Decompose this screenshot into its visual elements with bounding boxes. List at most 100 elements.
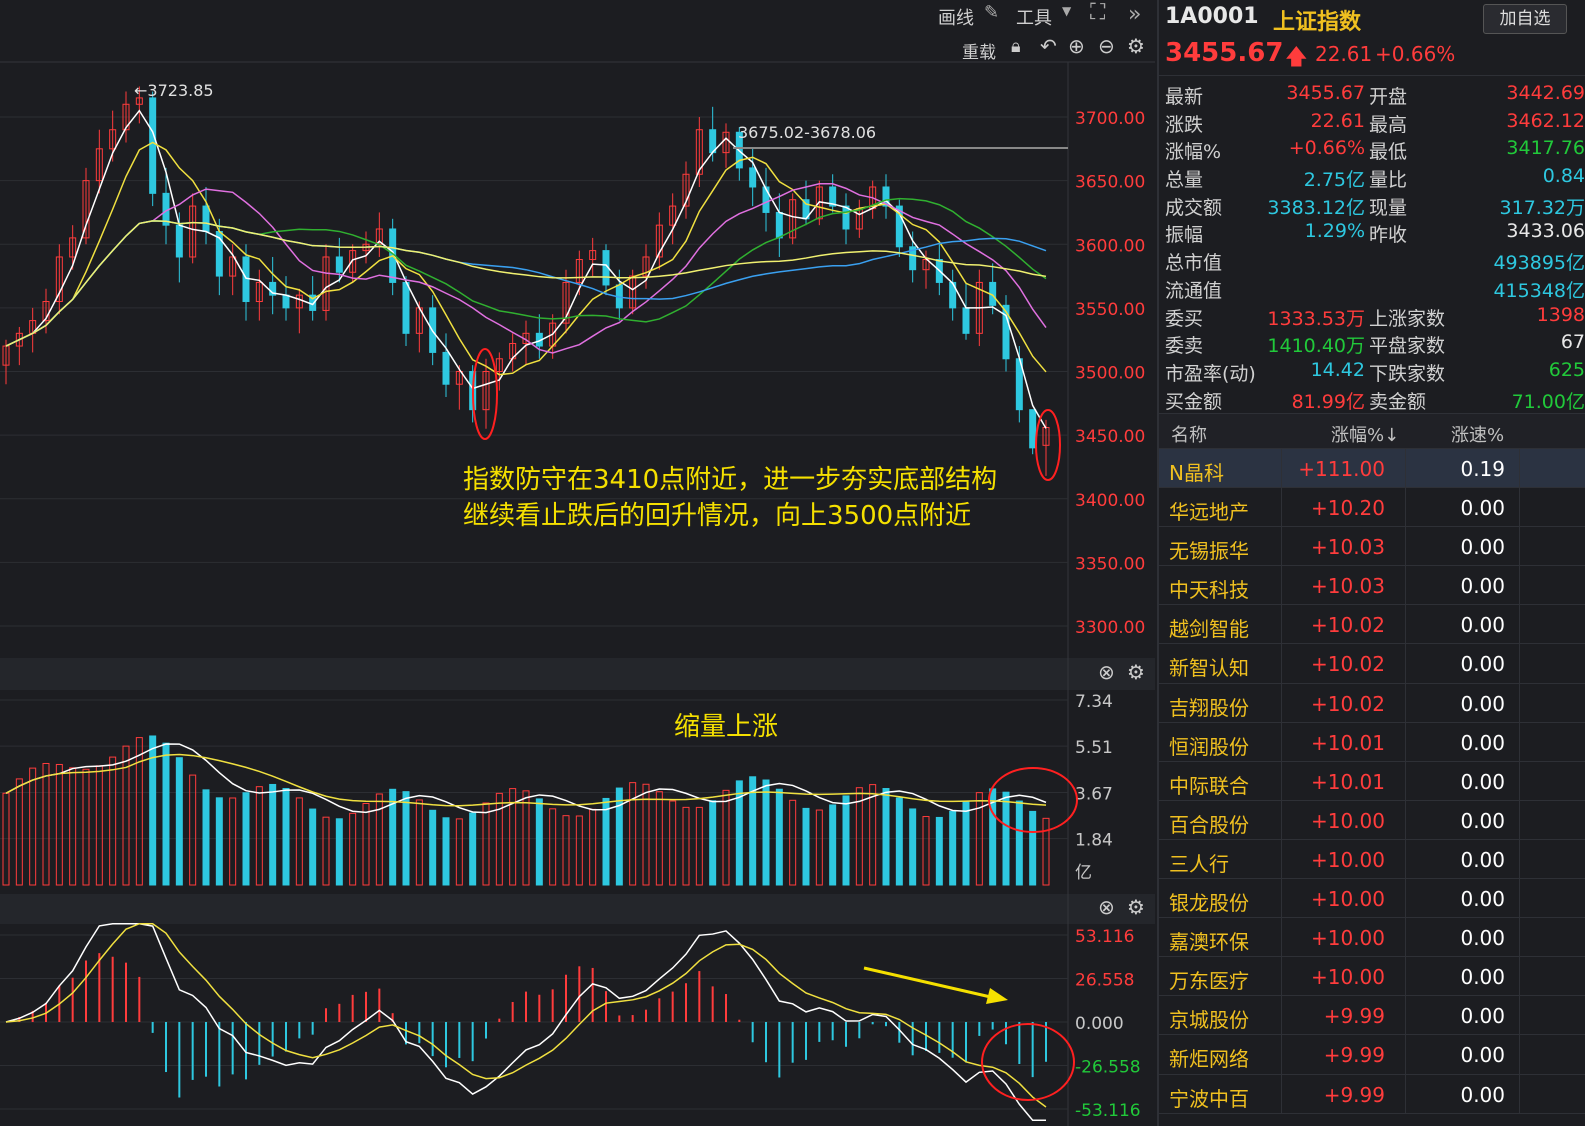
volume-note: 缩量上涨 xyxy=(674,712,778,742)
volume-bar xyxy=(322,816,330,886)
stock-name[interactable]: 新炬网络 xyxy=(1169,1043,1249,1072)
stock-name[interactable]: 银龙股份 xyxy=(1169,887,1249,916)
settings-gear-icon[interactable]: ⚙ xyxy=(1127,34,1145,58)
stock-pct: +9.99 xyxy=(1323,1043,1385,1068)
stock-pct: +111.00 xyxy=(1298,457,1385,481)
quote-label: 买金额 xyxy=(1165,390,1223,413)
stock-name[interactable]: 恒润股份 xyxy=(1169,731,1249,760)
volume-unit-label: 亿 xyxy=(1075,863,1092,883)
table-row[interactable]: 三人行 +10.00 0.00 xyxy=(1159,839,1585,880)
table-row[interactable]: 京城股份 +9.99 0.00 xyxy=(1159,996,1585,1036)
col-name-header[interactable]: 名称 xyxy=(1171,421,1207,447)
table-row[interactable]: 中天科技 +10.03 0.00 xyxy=(1159,566,1585,606)
zoom-in-icon[interactable]: ⊕ xyxy=(1068,34,1085,58)
quote-label: 开盘 xyxy=(1369,86,1408,108)
table-row[interactable]: 越剑智能 +10.02 0.00 xyxy=(1159,605,1585,645)
table-row[interactable]: 无锡振华 +10.03 0.00 xyxy=(1159,527,1585,567)
volume-settings-gear-icon[interactable]: ⚙ xyxy=(1127,660,1145,684)
volume-bar xyxy=(95,765,103,886)
stock-pct: +10.00 xyxy=(1310,808,1385,833)
volume-bar xyxy=(722,789,730,886)
price-change: 22.61 xyxy=(1315,42,1373,66)
candle-body xyxy=(282,294,290,309)
macd-tick-label: 53.116 xyxy=(1075,927,1134,947)
table-row[interactable]: 新炬网络 +9.99 0.00 xyxy=(1159,1035,1585,1075)
table-row[interactable]: 嘉澳环保 +10.00 0.00 xyxy=(1159,918,1585,958)
table-row[interactable]: 万东医疗 +10.00 0.00 xyxy=(1159,957,1585,997)
table-row[interactable]: 华远地产 +10.20 0.00 xyxy=(1159,488,1585,528)
up-arrow-icon: 🡅 xyxy=(1285,45,1308,70)
stock-name[interactable]: 吉翔股份 xyxy=(1169,692,1249,721)
volume-bar xyxy=(789,799,797,886)
stock-name[interactable]: 中际联合 xyxy=(1169,770,1249,799)
add-watchlist-button[interactable]: 加自选 xyxy=(1483,4,1567,34)
stock-name[interactable]: N晶科 xyxy=(1169,457,1224,486)
quote-label: 总量 xyxy=(1165,169,1204,192)
stock-name[interactable]: 越剑智能 xyxy=(1169,613,1249,642)
stock-name[interactable]: 万东医疗 xyxy=(1169,965,1249,994)
stock-speed: 0.00 xyxy=(1460,926,1505,951)
col-speed-header[interactable]: 涨速% xyxy=(1451,421,1504,447)
table-row[interactable]: 恒润股份 +10.01 0.00 xyxy=(1159,722,1585,762)
undo-icon[interactable]: ↶ xyxy=(1040,34,1057,58)
table-row[interactable]: 中际联合 +10.01 0.00 xyxy=(1159,761,1585,801)
stock-name[interactable]: 中天科技 xyxy=(1169,574,1249,603)
table-row[interactable]: 银龙股份 +10.00 0.00 xyxy=(1159,879,1585,919)
stock-speed: 0.00 xyxy=(1460,965,1505,990)
volume-bar xyxy=(162,742,170,886)
chart-canvas[interactable]: 3700.00 3650.00 3600.00 3550.00 3500.00 3450.… xyxy=(0,0,1155,1126)
stock-name[interactable]: 三人行 xyxy=(1169,848,1229,877)
volume-bar xyxy=(495,792,503,886)
tools-menu-button[interactable]: 工具 xyxy=(1016,4,1052,30)
quote-label: 最新 xyxy=(1165,86,1204,108)
stock-pct: +10.00 xyxy=(1310,926,1385,951)
stock-name[interactable]: 华远地产 xyxy=(1169,496,1249,525)
reload-button[interactable]: 重载 xyxy=(962,38,996,63)
macd-settings-gear-icon[interactable]: ⚙ xyxy=(1127,895,1145,919)
volume-bar xyxy=(375,793,383,886)
pencil-icon[interactable]: ✎ xyxy=(984,2,999,23)
table-row[interactable]: 新智认知 +10.02 0.00 xyxy=(1159,644,1585,684)
volume-bar xyxy=(242,792,250,886)
stock-name[interactable]: 百合股份 xyxy=(1169,809,1249,838)
quote-label: 市盈率(动) xyxy=(1165,362,1256,385)
volume-bar xyxy=(295,797,303,886)
stock-speed: 0.00 xyxy=(1460,1043,1505,1068)
table-row[interactable]: N晶科 +111.00 0.19 xyxy=(1159,449,1585,489)
table-row[interactable]: 百合股份 +10.00 0.00 xyxy=(1159,800,1585,840)
stock-speed: 0.00 xyxy=(1460,574,1505,599)
draw-line-button[interactable]: 画线 xyxy=(938,4,974,30)
candle-body xyxy=(402,281,410,334)
collapse-icon[interactable]: » xyxy=(1128,2,1141,27)
stock-name[interactable]: 新智认知 xyxy=(1169,652,1249,681)
volume-bar xyxy=(29,767,37,886)
lock-icon[interactable]: 🔒︎ xyxy=(1011,36,1021,57)
volume-bar xyxy=(522,790,530,886)
table-row[interactable]: 吉翔股份 +10.02 0.00 xyxy=(1159,683,1585,723)
quote-label: 成交额 xyxy=(1165,196,1223,219)
stock-name[interactable]: 无锡振华 xyxy=(1169,535,1249,564)
fullscreen-icon[interactable]: ⛶ xyxy=(1090,0,1105,25)
close-volume-pane-icon[interactable]: ⊗ xyxy=(1098,660,1115,684)
volume-bar xyxy=(335,818,343,886)
quote-label: 下跌家数 xyxy=(1369,362,1446,385)
close-macd-pane-icon[interactable]: ⊗ xyxy=(1098,895,1115,919)
gainers-table[interactable]: 名称 涨幅%↓ 涨速% N晶科 +111.00 0.19 华远地产 +10.20 0.00… xyxy=(1159,413,1585,1114)
stock-name[interactable]: 嘉澳环保 xyxy=(1169,926,1249,955)
macd-circle xyxy=(981,1023,1075,1101)
zoom-out-icon[interactable]: ⊖ xyxy=(1098,34,1115,58)
volume-bar xyxy=(135,737,143,886)
volume-bar xyxy=(349,812,357,886)
stock-name[interactable]: 宁波中百 xyxy=(1169,1083,1249,1112)
stock-name[interactable]: 京城股份 xyxy=(1169,1004,1249,1033)
col-pct-header[interactable]: 涨幅%↓ xyxy=(1331,421,1399,447)
stock-speed: 0.00 xyxy=(1460,1082,1505,1107)
chevron-down-icon[interactable]: ▼ xyxy=(1062,4,1071,18)
volume-bar xyxy=(829,804,837,886)
candle-body xyxy=(202,205,210,233)
volume-bar xyxy=(202,789,210,886)
price-tick-label: 3650.00 xyxy=(1075,173,1145,193)
kline-chart-area[interactable]: 3700.00 3650.00 3600.00 3550.00 3500.00 3450.… xyxy=(0,0,1155,1126)
stock-pct: +10.00 xyxy=(1310,887,1385,912)
table-row[interactable]: 宁波中百 +9.99 0.00 xyxy=(1159,1074,1585,1114)
